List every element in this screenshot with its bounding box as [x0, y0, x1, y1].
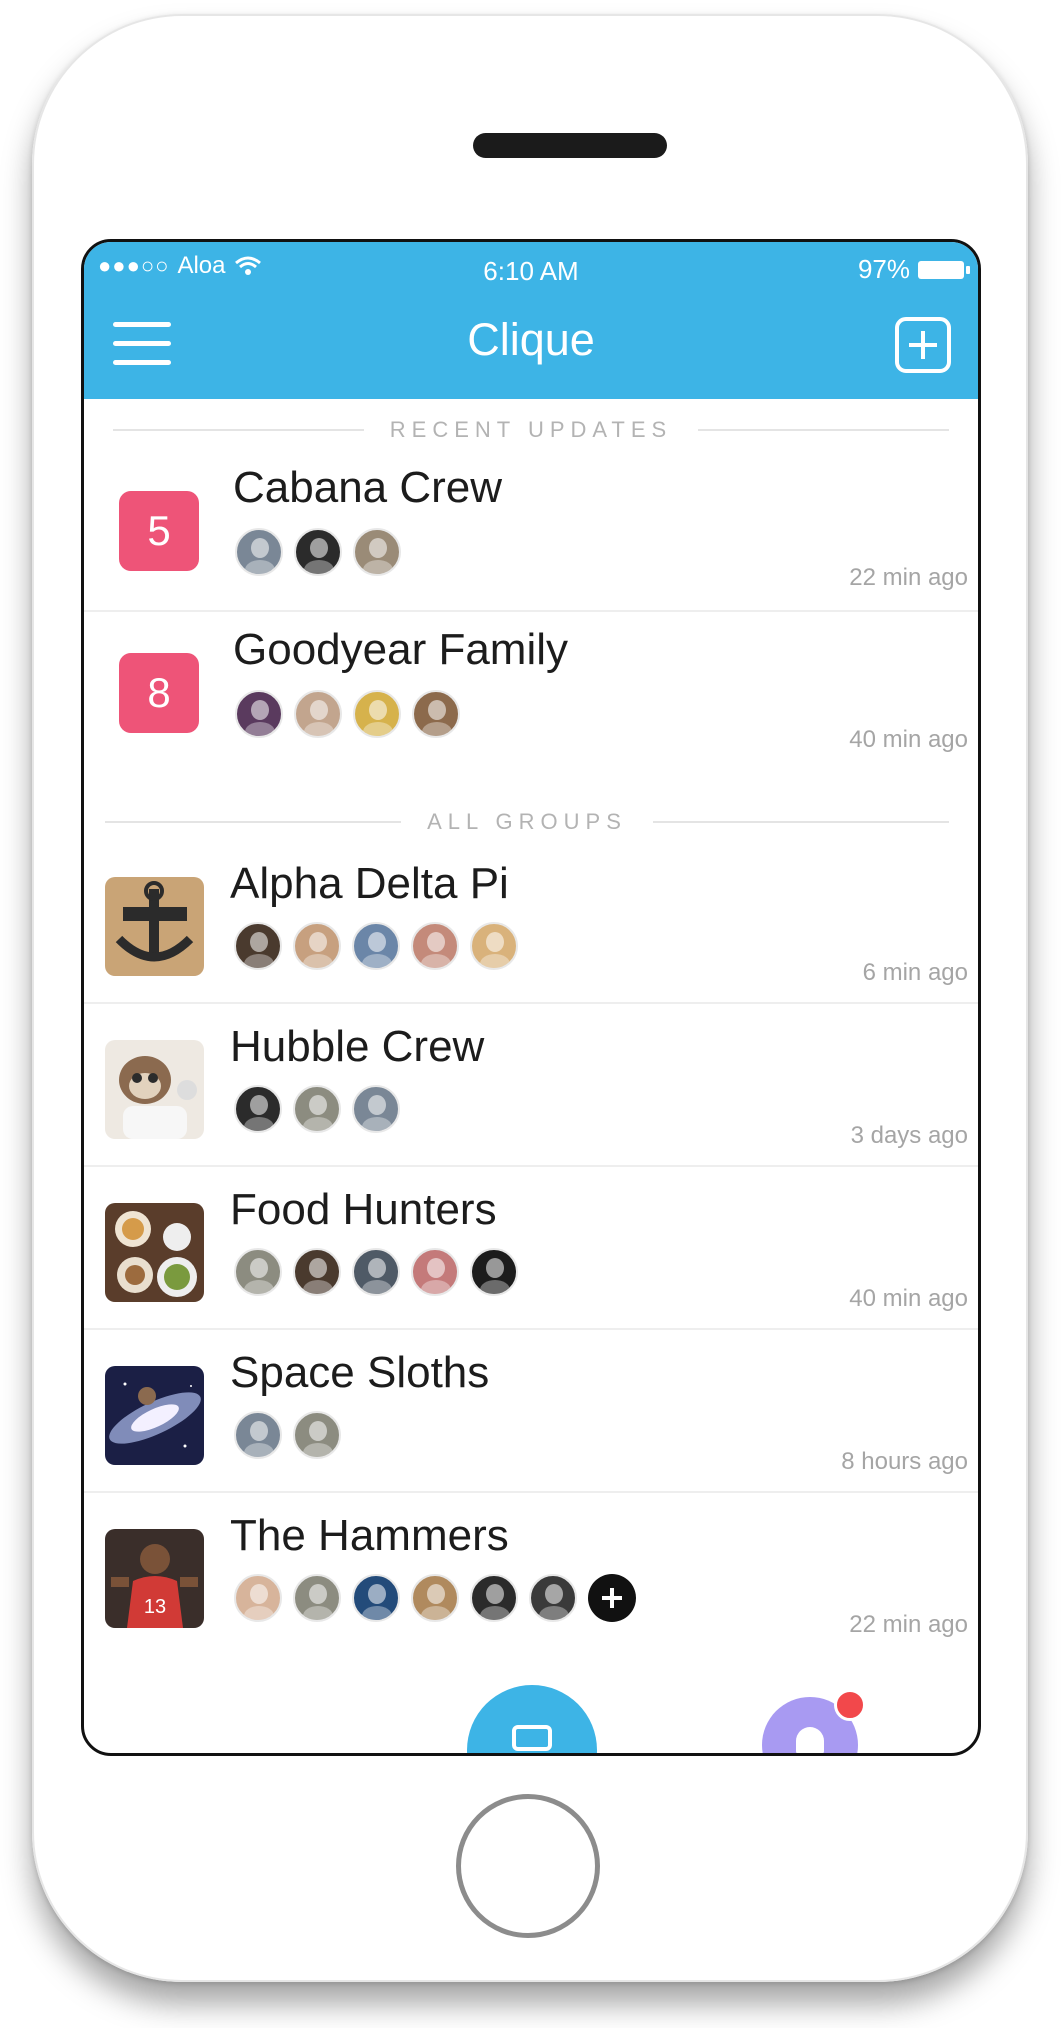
status-time: 6:10 AM: [483, 256, 579, 286]
avatar: [353, 528, 401, 576]
avatar: [411, 1574, 459, 1622]
member-avatars: [235, 528, 401, 576]
avatar: [352, 1085, 400, 1133]
group-name: Space Sloths: [230, 1348, 490, 1397]
recent-update-row[interactable]: 5 Cabana Crew 22 min ago: [84, 447, 978, 612]
member-avatars: [234, 1085, 400, 1133]
group-thumbnail: [105, 1203, 204, 1302]
unread-badge: 5: [119, 491, 199, 571]
group-row[interactable]: Hubble Crew 3 days ago: [84, 1002, 978, 1167]
group-name: The Hammers: [230, 1511, 509, 1560]
group-name: Alpha Delta Pi: [230, 859, 509, 908]
group-row[interactable]: Alpha Delta Pi 6 min ago: [84, 839, 978, 1004]
avatar: [293, 1411, 341, 1459]
avatar: [234, 922, 282, 970]
avatar: [294, 690, 342, 738]
battery-percent: 97%: [857, 254, 910, 284]
avatar: [352, 922, 400, 970]
last-update-time: 8 hours ago: [841, 1448, 968, 1475]
phone-frame: ●●●○○ Aloa 6:10 AM 97% Clique RECENT UPD…: [32, 14, 1028, 1982]
last-update-time: 3 days ago: [850, 1122, 968, 1149]
avatar: [529, 1574, 577, 1622]
group-name: Goodyear Family: [233, 625, 569, 674]
group-row[interactable]: Space Sloths 8 hours ago: [84, 1328, 978, 1493]
member-avatars: [234, 922, 518, 970]
avatar: [234, 1248, 282, 1296]
avatar: [352, 1574, 400, 1622]
group-row[interactable]: 13 The Hammers 22 min ago: [84, 1491, 978, 1654]
group-name: Cabana Crew: [233, 463, 503, 512]
add-group-icon[interactable]: [895, 317, 951, 373]
avatar: [411, 922, 459, 970]
battery-icon: [918, 260, 970, 279]
svg-text:13: 13: [144, 1596, 166, 1618]
section-label-all: ALL GROUPS: [427, 809, 627, 834]
more-members-icon[interactable]: [588, 1574, 636, 1622]
avatar: [293, 1248, 341, 1296]
avatar: [235, 690, 283, 738]
last-update-time: 40 min ago: [849, 1285, 968, 1312]
last-update-time: 40 min ago: [849, 726, 968, 753]
last-update-time: 6 min ago: [862, 959, 968, 986]
avatar: [293, 922, 341, 970]
status-battery: 97%: [857, 254, 970, 285]
avatar: [470, 1574, 518, 1622]
avatar: [293, 1085, 341, 1133]
notification-dot: [834, 1689, 866, 1721]
home-button[interactable]: [456, 1794, 600, 1938]
avatar: [234, 1085, 282, 1133]
member-avatars: [234, 1574, 636, 1622]
group-thumbnail: [105, 1040, 204, 1139]
avatar: [412, 690, 460, 738]
camera-icon: [512, 1725, 552, 1751]
app-screen: ●●●○○ Aloa 6:10 AM 97% Clique RECENT UPD…: [81, 239, 981, 1756]
bell-icon: [796, 1727, 824, 1753]
group-name: Food Hunters: [230, 1185, 497, 1234]
phone-speaker: [473, 133, 667, 158]
last-update-time: 22 min ago: [849, 564, 968, 591]
avatar: [352, 1248, 400, 1296]
group-thumbnail: 13: [105, 1529, 204, 1628]
avatar: [470, 1248, 518, 1296]
avatar: [234, 1574, 282, 1622]
member-avatars: [234, 1248, 518, 1296]
section-header-all: ALL GROUPS: [84, 807, 978, 837]
recent-update-row[interactable]: 8 Goodyear Family 40 min ago: [84, 609, 978, 772]
section-label-recent: RECENT UPDATES: [389, 417, 673, 442]
header-bar: ●●●○○ Aloa 6:10 AM 97% Clique: [84, 242, 978, 399]
avatar: [293, 1574, 341, 1622]
avatar: [411, 1248, 459, 1296]
group-name: Hubble Crew: [230, 1022, 485, 1071]
avatar: [294, 528, 342, 576]
section-header-recent: RECENT UPDATES: [84, 415, 978, 445]
member-avatars: [235, 690, 460, 738]
unread-badge: 8: [119, 653, 199, 733]
avatar: [235, 528, 283, 576]
group-thumbnail: [105, 877, 204, 976]
avatar: [470, 922, 518, 970]
app-title: Clique: [467, 314, 595, 365]
last-update-time: 22 min ago: [849, 1611, 968, 1638]
camera-button[interactable]: [467, 1685, 597, 1753]
group-thumbnail: [105, 1366, 204, 1465]
group-row[interactable]: Food Hunters 40 min ago: [84, 1165, 978, 1330]
member-avatars: [234, 1411, 341, 1459]
avatar: [234, 1411, 282, 1459]
avatar: [353, 690, 401, 738]
